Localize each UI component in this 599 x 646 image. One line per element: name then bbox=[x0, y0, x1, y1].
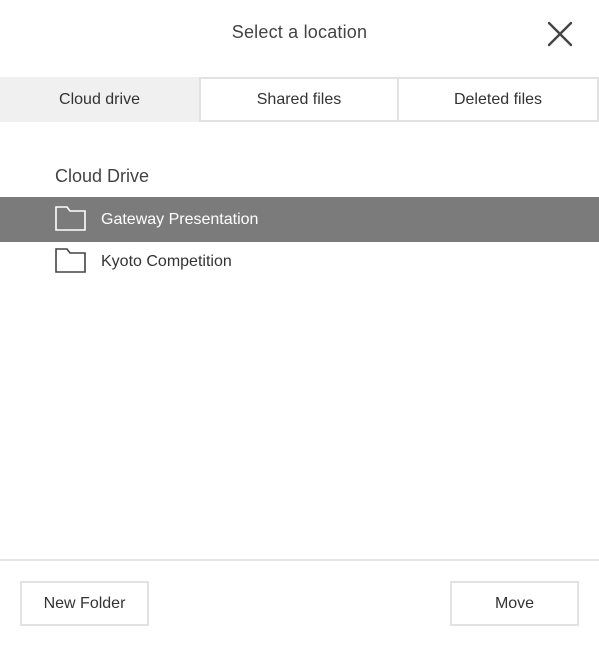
folder-name: Kyoto Competition bbox=[101, 253, 232, 270]
new-folder-button[interactable]: New Folder bbox=[20, 581, 149, 626]
select-location-dialog: Select a location Cloud drive Shared fil… bbox=[0, 0, 599, 646]
dialog-title: Select a location bbox=[231, 22, 368, 42]
dialog-header: Select a location bbox=[0, 0, 599, 68]
folder-icon bbox=[55, 206, 86, 231]
close-button[interactable] bbox=[546, 20, 574, 48]
section-title: Cloud Drive bbox=[55, 166, 150, 186]
move-button[interactable]: Move bbox=[450, 581, 579, 626]
folder-row-kyoto-competition[interactable]: Kyoto Competition bbox=[0, 242, 599, 282]
tab-cloud-drive[interactable]: Cloud drive bbox=[0, 77, 199, 122]
folder-row-gateway-presentation[interactable]: Gateway Presentation bbox=[0, 197, 599, 242]
folder-name: Gateway Presentation bbox=[101, 211, 259, 228]
tab-deleted-files[interactable]: Deleted files bbox=[399, 77, 599, 122]
tab-shared-files[interactable]: Shared files bbox=[199, 77, 399, 122]
folder-list: Gateway Presentation Kyoto Competition bbox=[0, 197, 599, 282]
footer-divider bbox=[0, 559, 599, 561]
location-tabs: Cloud drive Shared files Deleted files bbox=[0, 77, 599, 122]
folder-icon bbox=[55, 248, 86, 273]
close-icon bbox=[547, 21, 573, 47]
